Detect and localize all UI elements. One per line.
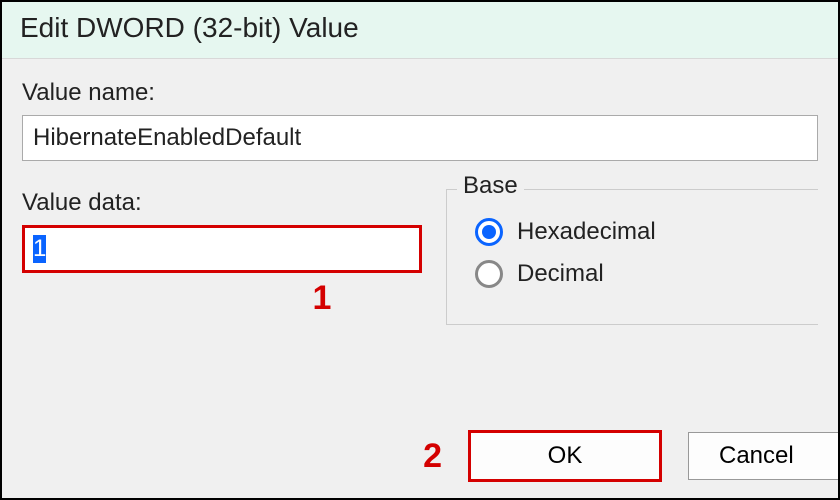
dialog-titlebar: Edit DWORD (32-bit) Value	[2, 2, 838, 59]
radio-hexadecimal[interactable]	[475, 218, 503, 246]
value-name-input[interactable]	[22, 115, 818, 161]
dialog-button-row: 2 OK Cancel	[423, 432, 838, 480]
base-groupbox: Base Hexadecimal Decimal	[446, 189, 818, 325]
ok-button[interactable]: OK	[470, 432, 660, 480]
radio-decimal-row[interactable]: Decimal	[475, 260, 798, 288]
dialog-title: Edit DWORD (32-bit) Value	[20, 12, 820, 44]
value-name-label: Value name:	[22, 79, 818, 107]
cancel-button[interactable]: Cancel	[688, 432, 838, 480]
radio-decimal-label: Decimal	[517, 260, 604, 288]
annotation-callout-1: 1	[22, 279, 422, 318]
value-data-input[interactable]	[27, 230, 417, 268]
value-data-highlight	[22, 225, 422, 273]
edit-dword-dialog: Edit DWORD (32-bit) Value Value name: Va…	[0, 0, 840, 500]
value-data-block: Value data: 1	[22, 189, 422, 318]
dialog-content: Value name: Value data: 1 Base Hexadecim…	[2, 59, 838, 325]
annotation-callout-2: 2	[423, 437, 442, 476]
value-data-row: Value data: 1 Base Hexadecimal Decimal	[22, 189, 818, 325]
base-legend: Base	[457, 172, 524, 200]
radio-decimal[interactable]	[475, 260, 503, 288]
radio-hexadecimal-row[interactable]: Hexadecimal	[475, 218, 798, 246]
radio-hexadecimal-label: Hexadecimal	[517, 218, 656, 246]
value-data-label: Value data:	[22, 189, 422, 217]
